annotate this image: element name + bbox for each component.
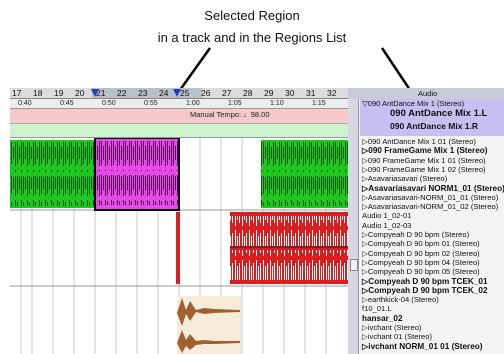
time-ruler-tick: 0:50 xyxy=(102,100,116,107)
regions-list-header-label: Audio xyxy=(418,89,438,98)
region-list-item[interactable]: ▷ivchant 01 (Stereo) xyxy=(362,333,432,341)
region-red-small xyxy=(176,212,180,284)
region-list-item[interactable]: ▷090 FrameGame Mix 1 (Stereo) xyxy=(362,147,488,155)
scroll-thumb[interactable] xyxy=(350,259,358,271)
region-list-item[interactable]: hansar_02 xyxy=(362,314,403,323)
tracks-area[interactable] xyxy=(10,138,348,354)
bar-ruler-tick: 20 xyxy=(75,88,85,98)
region-list-item[interactable]: ▷Asavariasavari-NORM_01_02 (Stereo) xyxy=(362,203,498,211)
regions-list-items: ▽090 AntDance Mix 1 (Stereo) 090 AntDanc… xyxy=(360,99,504,354)
region-list-item[interactable]: ▷Compyeah D 90 bpm 05 (Stereo) xyxy=(362,268,480,276)
bar-ruler-tick: 32 xyxy=(327,88,337,98)
selected-region-parent: ▽090 AntDance Mix 1 (Stereo) xyxy=(362,99,465,108)
region-list-item[interactable]: ▷Compyeah D 90 bpm (Stereo) xyxy=(362,231,469,239)
bar-ruler-tick: 17 xyxy=(12,88,22,98)
region-list-item[interactable]: ▷earthkick-04 (Stereo) xyxy=(362,296,439,304)
bar-ruler-tick: 27 xyxy=(222,88,232,98)
bar-ruler-tick: 19 xyxy=(54,88,64,98)
time-ruler-tick: 1:15 xyxy=(312,100,326,107)
region-brown xyxy=(177,296,241,354)
time-ruler-tick: 1:10 xyxy=(270,100,284,107)
bar-ruler-tick: 29 xyxy=(264,88,274,98)
bar-ruler-tick: 24 xyxy=(159,88,169,98)
time-ruler-tick: 0:55 xyxy=(144,100,158,107)
regions-list-header[interactable]: Audio xyxy=(348,88,504,99)
region-list-item[interactable]: ▷090 FrameGame Mix 1 02 (Stereo) xyxy=(362,165,486,174)
bar-ruler-tick: 31 xyxy=(306,88,316,98)
region-list-item[interactable]: ▷Compyeah D 90 bpm 01 (Stereo) xyxy=(362,240,480,248)
time-ruler-tick: 1:05 xyxy=(228,100,242,107)
bar-ruler-tick: 22 xyxy=(117,88,127,98)
region-list-item[interactable]: ▷ivchant NORM_01 01 (Stereo) xyxy=(362,342,483,351)
selected-region-right: 090 AntDance Mix 1.R xyxy=(390,121,479,131)
tracks-canvas xyxy=(10,138,348,354)
region-list-item[interactable]: ▷Asavariasavari-NORM_01_01 (Stereo) xyxy=(362,193,498,202)
end-marker-icon[interactable] xyxy=(172,88,182,98)
marker-ruler[interactable] xyxy=(10,124,348,138)
region-list-item[interactable]: ▷Compyeah D 90 bpm 04 (Stereo) xyxy=(362,258,480,267)
region-green-right xyxy=(261,140,348,208)
region-list-item[interactable]: Audio 1_02-01 xyxy=(362,212,411,220)
region-selected-magenta xyxy=(94,138,180,211)
time-ruler-tick: 0:40 xyxy=(18,100,32,107)
region-list-item[interactable]: ▷Compyeah D 90 bpm 02 (Stereo) xyxy=(362,249,480,258)
region-list-item[interactable]: ▷090 FrameGame Mix 1 01 (Stereo) xyxy=(362,156,486,165)
region-red-main xyxy=(230,212,348,284)
bar-ruler-tick: 18 xyxy=(33,88,43,98)
bar-ruler-tick: 30 xyxy=(285,88,295,98)
tempo-ruler[interactable]: Manual Tempo: ♩98.00 xyxy=(10,109,348,124)
selected-region-left: 090 AntDance Mix 1.L xyxy=(390,108,488,119)
bar-ruler[interactable]: 17 18 19 20 21 22 23 24 25 26 27 28 29 3… xyxy=(10,88,348,99)
selected-region-entry[interactable]: ▽090 AntDance Mix 1 (Stereo) 090 AntDanc… xyxy=(360,99,504,136)
bar-ruler-tick: 28 xyxy=(243,88,253,98)
region-list-item[interactable]: ▷090 AntDance Mix 1 01 (Stereo) xyxy=(362,138,476,146)
regions-list-scrollbar[interactable] xyxy=(348,99,359,354)
time-ruler-tick: 0:45 xyxy=(60,100,74,107)
region-list-item[interactable]: ▷Compyeah D 90 bpm TCEK_01 xyxy=(362,277,488,286)
region-list-item[interactable]: ▷Asavariasavari (Stereo) xyxy=(362,175,447,183)
tempo-label: Manual Tempo: ♩98.00 xyxy=(190,110,270,119)
regions-list[interactable]: Audio ▽090 AntDance Mix 1 (Stereo) 090 A… xyxy=(348,88,504,354)
bar-ruler-tick: 26 xyxy=(201,88,211,98)
region-list-item[interactable]: f10_01.L xyxy=(362,305,392,313)
region-list-item[interactable]: ▷ivchant (Stereo) xyxy=(362,324,421,332)
region-list-item[interactable]: Audio 1_02-03 xyxy=(362,221,411,230)
time-ruler-tick: 1:00 xyxy=(186,100,200,107)
bar-ruler-tick: 23 xyxy=(138,88,148,98)
region-green-left xyxy=(10,140,95,208)
region-list-item[interactable]: ▷Compyeah D 90 bpm TCEK_02 xyxy=(362,286,488,295)
region-list-item[interactable]: ▷Asavariasavari NORM1_01 (Stereo) xyxy=(362,184,504,193)
start-marker-icon[interactable] xyxy=(90,88,100,98)
min-sec-ruler[interactable]: 0:40 0:45 0:50 0:55 1:00 1:05 1:10 1:15 xyxy=(10,99,348,109)
